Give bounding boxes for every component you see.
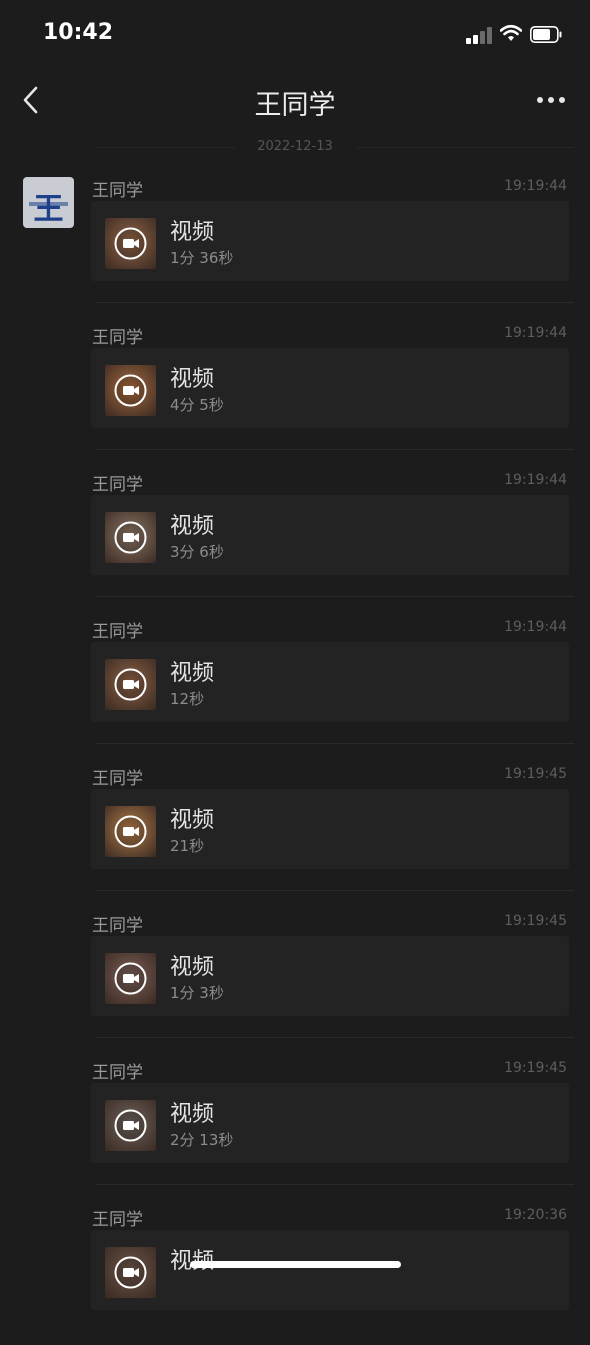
video-camera-icon xyxy=(114,1256,147,1289)
message-item: 王同学 19:19:44 视频 3分 6秒 xyxy=(0,470,590,610)
message-item: 王同学 19:19:45 视频 21秒 xyxy=(0,764,590,904)
message-item: 王同学 19:20:36 视频 xyxy=(0,1205,590,1345)
video-camera-icon xyxy=(114,815,147,848)
video-duration: 3分 6秒 xyxy=(170,543,224,561)
sender-name: 王同学 xyxy=(92,328,143,348)
divider xyxy=(96,596,574,597)
video-label: 视频 xyxy=(170,1102,215,1127)
status-bar: 10:42 xyxy=(0,0,590,70)
video-message-card[interactable]: 视频 12秒 xyxy=(91,642,569,722)
date-label: 2022-12-13 xyxy=(257,139,333,154)
sender-name: 王同学 xyxy=(92,1210,143,1230)
message-time: 19:19:44 xyxy=(504,325,567,341)
sender-name: 王同学 xyxy=(92,769,143,789)
sender-name: 王同学 xyxy=(92,916,143,936)
cellular-signal-icon xyxy=(466,26,494,44)
video-thumbnail xyxy=(105,1100,156,1151)
sender-name: 王同学 xyxy=(92,622,143,642)
video-camera-icon xyxy=(114,521,147,554)
sender-name: 王同学 xyxy=(92,475,143,495)
video-label: 视频 xyxy=(170,514,215,539)
sender-name: 王同学 xyxy=(92,181,143,201)
video-message-card[interactable]: 视频 4分 5秒 xyxy=(91,348,569,428)
video-duration: 2分 13秒 xyxy=(170,1131,234,1149)
date-separator: 2022-12-13 xyxy=(0,139,590,155)
video-duration: 1分 3秒 xyxy=(170,984,224,1002)
video-thumbnail xyxy=(105,659,156,710)
message-item: 王同学 19:19:44 视频 12秒 xyxy=(0,617,590,757)
video-message-card[interactable]: 视频 xyxy=(91,1230,569,1310)
wifi-icon xyxy=(500,24,522,41)
page-title: 王同学 xyxy=(254,90,336,121)
message-item: 王同学 19:19:45 视频 2分 13秒 xyxy=(0,1058,590,1198)
message-time: 19:19:45 xyxy=(504,913,567,929)
video-thumbnail xyxy=(105,365,156,416)
message-item: 王同学 19:19:45 视频 1分 3秒 xyxy=(0,911,590,1051)
message-item: 王同学 19:19:44 视频 4分 5秒 xyxy=(0,323,590,463)
video-message-card[interactable]: 视频 21秒 xyxy=(91,789,569,869)
video-thumbnail xyxy=(105,1247,156,1298)
video-camera-icon xyxy=(114,962,147,995)
message-time: 19:19:45 xyxy=(504,1060,567,1076)
divider xyxy=(96,743,574,744)
video-duration: 4分 5秒 xyxy=(170,396,224,414)
divider xyxy=(96,302,574,303)
video-message-card[interactable]: 视频 1分 3秒 xyxy=(91,936,569,1016)
video-duration: 1分 36秒 xyxy=(170,249,234,267)
divider xyxy=(96,1184,574,1185)
video-camera-icon xyxy=(114,668,147,701)
home-indicator xyxy=(190,1261,401,1268)
status-time: 10:42 xyxy=(43,20,114,45)
divider xyxy=(96,890,574,891)
video-camera-icon xyxy=(114,227,147,260)
nav-bar: 王同学 xyxy=(0,70,590,132)
divider xyxy=(96,449,574,450)
video-label: 视频 xyxy=(170,220,215,245)
video-label: 视频 xyxy=(170,367,215,392)
video-label: 视频 xyxy=(170,808,215,833)
more-options-icon[interactable] xyxy=(534,90,568,110)
video-message-card[interactable]: 视频 3分 6秒 xyxy=(91,495,569,575)
message-time: 19:19:44 xyxy=(504,619,567,635)
video-thumbnail xyxy=(105,512,156,563)
video-message-card[interactable]: 视频 2分 13秒 xyxy=(91,1083,569,1163)
video-camera-icon xyxy=(114,374,147,407)
message-time: 19:19:44 xyxy=(504,472,567,488)
sender-name: 王同学 xyxy=(92,1063,143,1083)
video-camera-icon xyxy=(114,1109,147,1142)
battery-icon xyxy=(530,26,562,43)
video-duration: 21秒 xyxy=(170,837,205,855)
video-thumbnail xyxy=(105,218,156,269)
divider xyxy=(96,1037,574,1038)
message-time: 19:19:45 xyxy=(504,766,567,782)
video-message-card[interactable]: 视频 1分 36秒 xyxy=(91,201,569,281)
message-time: 19:19:44 xyxy=(504,178,567,194)
video-label: 视频 xyxy=(170,661,215,686)
message-time: 19:20:36 xyxy=(504,1207,567,1223)
video-label: 视频 xyxy=(170,1243,214,1275)
message-item: 王同学 19:19:44 视频 1分 36秒 xyxy=(0,176,590,316)
video-thumbnail xyxy=(105,806,156,857)
video-label: 视频 xyxy=(170,955,215,980)
video-duration: 12秒 xyxy=(170,690,205,708)
video-thumbnail xyxy=(105,953,156,1004)
